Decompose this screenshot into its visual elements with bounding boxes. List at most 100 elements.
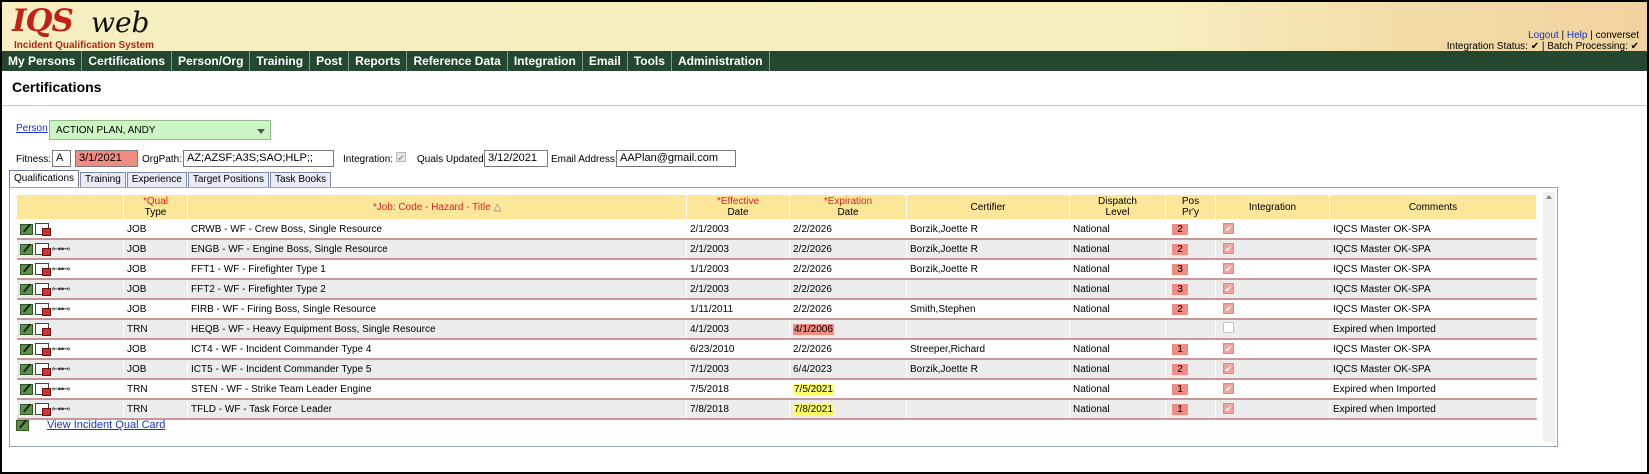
dispatch-level-cell: National: [1069, 219, 1166, 240]
expiration-date-value: 7/5/2021: [793, 383, 834, 395]
quals-updated-field[interactable]: 3/12/2021: [484, 150, 548, 167]
vertical-scrollbar[interactable]: [1543, 192, 1555, 442]
person-link[interactable]: Person: [16, 123, 48, 134]
edit-icon[interactable]: [19, 303, 33, 315]
row-actions: ⊶⊷: [16, 299, 124, 320]
certificate-icon[interactable]: [34, 363, 51, 376]
nav-item-person-org[interactable]: Person/Org: [172, 51, 251, 71]
integration-checkbox[interactable]: ✔: [1223, 223, 1234, 234]
tab-training[interactable]: Training: [80, 172, 126, 187]
expiration-date-cell: 6/4/2023: [789, 359, 907, 380]
integration-checkbox[interactable]: [1223, 322, 1234, 333]
help-link[interactable]: Help: [1567, 30, 1588, 41]
integration-header[interactable]: Integration: [1215, 194, 1330, 220]
integration-checkbox[interactable]: ✔: [1223, 403, 1234, 414]
qual-card-area: View Incident Qual Card: [16, 419, 165, 431]
fitness-label: Fitness:: [16, 154, 52, 165]
nav-item-training[interactable]: Training: [250, 51, 311, 71]
nav-item-post[interactable]: Post: [310, 51, 350, 71]
effective-date-header[interactable]: *Effective Date: [686, 194, 790, 220]
header: IQS web Incident Qualification System Lo…: [2, 2, 1647, 52]
logout-link[interactable]: Logout: [1528, 30, 1559, 41]
integration-checkbox[interactable]: ✔: [396, 152, 406, 163]
person-select[interactable]: ACTION PLAN, ANDY: [49, 120, 271, 140]
certificate-icon[interactable]: [34, 383, 51, 396]
table-row: ⊶⊷ JOB ICT4 - WF - Incident Commander Type…: [16, 339, 1537, 360]
glasses-icon[interactable]: ⊶⊷: [52, 404, 71, 415]
edit-icon[interactable]: [19, 383, 33, 395]
add-icon[interactable]: [16, 419, 29, 431]
position-priority-cell: 1: [1165, 379, 1216, 400]
edit-icon[interactable]: [19, 283, 33, 295]
glasses-icon[interactable]: ⊶⊷: [52, 244, 71, 255]
table-row: ⊶⊷ JOB FFT1 - WF - Firefighter Type 1 1/1/2…: [16, 259, 1537, 280]
expiration-date-value: 2/2/2026: [793, 303, 832, 315]
certificate-icon[interactable]: [34, 303, 51, 316]
integration-checkbox[interactable]: ✔: [1223, 263, 1234, 274]
certificate-icon[interactable]: [34, 343, 51, 356]
integration-checkbox[interactable]: ✔: [1223, 383, 1234, 394]
tab-qualifications[interactable]: Qualifications: [9, 170, 80, 187]
table-row: ⊶⊷ TRN TFLD - WF - Task Force Leader 7/8/20…: [16, 399, 1537, 420]
row-actions: ⊶⊷: [16, 359, 124, 380]
position-priority-header[interactable]: Pos Pr'y: [1165, 194, 1216, 220]
tab-task-books[interactable]: Task Books: [269, 172, 332, 187]
view-incident-qual-card-link[interactable]: View Incident Qual Card: [47, 419, 165, 431]
integration-checkbox[interactable]: ✔: [1223, 243, 1234, 254]
edit-icon[interactable]: [19, 263, 33, 275]
edit-icon[interactable]: [19, 243, 33, 255]
effective-header-line1: *Effective: [716, 196, 760, 207]
tab-experience[interactable]: Experience: [126, 172, 187, 187]
job-header[interactable]: *Job: Code - Hazard - Title △: [187, 194, 687, 220]
nav-item-administration[interactable]: Administration: [672, 51, 770, 71]
glasses-icon[interactable]: ⊶⊷: [52, 384, 71, 395]
nav-item-certifications[interactable]: Certifications: [82, 51, 173, 71]
certificate-icon[interactable]: [34, 323, 51, 336]
dispatch-header-line1: Dispatch: [1098, 196, 1137, 207]
integration-checkbox[interactable]: ✔: [1223, 303, 1234, 314]
integration-checkbox[interactable]: ✔: [1223, 283, 1234, 294]
certifier-header[interactable]: Certifier: [906, 194, 1070, 220]
expiration-header-line1: *Expiration: [823, 196, 873, 207]
glasses-icon[interactable]: ⊶⊷: [52, 304, 71, 315]
certificate-icon[interactable]: [34, 243, 51, 256]
iqsweb-logo[interactable]: IQS web Incident Qualification System: [12, 3, 157, 51]
certifier-cell: Borzik,Joette R: [906, 219, 1070, 240]
edit-icon[interactable]: [19, 343, 33, 355]
glasses-icon[interactable]: ⊶⊷: [52, 364, 71, 375]
glasses-icon[interactable]: ⊶⊷: [52, 284, 71, 295]
nav-item-reference-data[interactable]: Reference Data: [407, 51, 508, 71]
edit-icon[interactable]: [19, 223, 33, 235]
dispatch-level-header[interactable]: Dispatch Level: [1069, 194, 1166, 220]
nav-item-integration[interactable]: Integration: [508, 51, 583, 71]
table-row: ⊶⊷ JOB FIRB - WF - Firing Boss, Single Res…: [16, 299, 1537, 320]
email-field[interactable]: AAPlan@gmail.com: [616, 150, 736, 167]
certificate-icon[interactable]: [34, 223, 51, 236]
integration-checkbox[interactable]: ✔: [1223, 363, 1234, 374]
glasses-icon[interactable]: ⊶⊷: [52, 264, 71, 275]
scroll-up-icon[interactable]: [1546, 195, 1552, 199]
certificate-icon[interactable]: [34, 263, 51, 276]
tab-target-positions[interactable]: Target Positions: [187, 172, 269, 187]
qual-type-header[interactable]: *Qual Type: [123, 194, 188, 220]
dispatch-level-cell: National: [1069, 279, 1166, 300]
integration-checkbox[interactable]: ✔: [1223, 343, 1234, 354]
certificate-icon[interactable]: [34, 403, 51, 416]
comments-header[interactable]: Comments: [1329, 194, 1537, 220]
comments-cell: IQCS Master OK-SPA: [1329, 279, 1537, 300]
job-cell: ENGB - WF - Engine Boss, Single Resource: [187, 239, 687, 260]
certificate-icon[interactable]: [34, 283, 51, 296]
nav-item-email[interactable]: Email: [583, 51, 628, 71]
nav-item-tools[interactable]: Tools: [628, 51, 672, 71]
fitness-level-field[interactable]: A: [52, 150, 71, 167]
glasses-icon[interactable]: ⊶⊷: [52, 344, 71, 355]
edit-icon[interactable]: [19, 323, 33, 335]
orgpath-field[interactable]: AZ;AZSF;A3S;SAO;HLP;;: [183, 150, 334, 167]
edit-icon[interactable]: [19, 363, 33, 375]
expiration-date-header[interactable]: *Expiration Date: [789, 194, 907, 220]
nav-item-my-persons[interactable]: My Persons: [2, 51, 83, 71]
fitness-date-field[interactable]: 3/1/2021: [75, 150, 138, 167]
position-priority-cell: 2: [1165, 299, 1216, 320]
edit-icon[interactable]: [19, 403, 33, 415]
nav-item-reports[interactable]: Reports: [349, 51, 408, 71]
